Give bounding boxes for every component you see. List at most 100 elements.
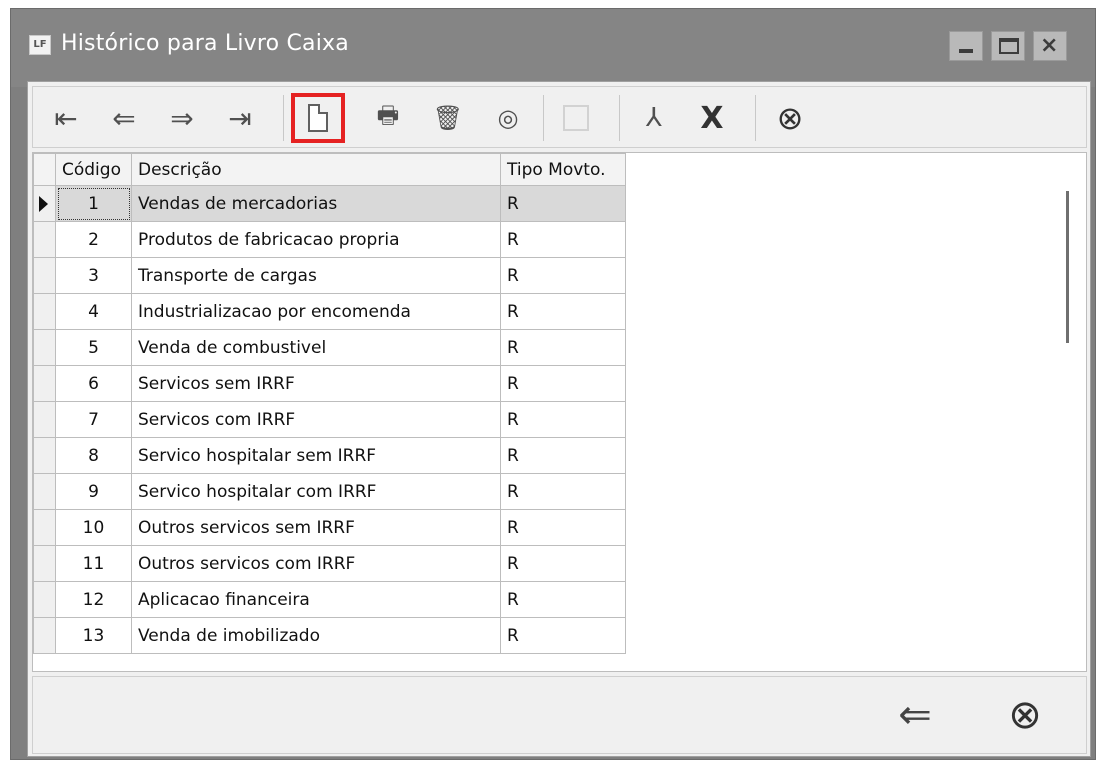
cell-code[interactable]: 9 — [55, 473, 132, 510]
row-indicator[interactable] — [33, 293, 56, 330]
cell-code[interactable]: 10 — [55, 509, 132, 546]
table-row[interactable]: 4 Industrializacao por encomenda R — [33, 293, 626, 330]
column-header-description[interactable]: Descrição — [131, 153, 501, 186]
cell-type[interactable]: R — [500, 581, 626, 618]
cell-description[interactable]: Servicos sem IRRF — [131, 365, 501, 402]
cell-description[interactable]: Produtos de fabricacao propria — [131, 221, 501, 258]
maximize-button[interactable] — [991, 31, 1025, 61]
toolbar-separator — [619, 95, 620, 141]
records-grid[interactable]: Código Descrição Tipo Movto. 1 Vendas de … — [32, 152, 1087, 672]
trash-icon: 🗑 — [432, 104, 464, 132]
table-row[interactable]: 12 Aplicacao financeira R — [33, 581, 626, 618]
edit-button[interactable] — [553, 95, 599, 141]
row-indicator[interactable] — [33, 509, 56, 546]
row-indicator[interactable] — [33, 581, 56, 618]
row-indicator[interactable] — [33, 617, 56, 654]
cell-description[interactable]: Servico hospitalar sem IRRF — [131, 437, 501, 474]
records-table: Código Descrição Tipo Movto. 1 Vendas de … — [33, 153, 626, 654]
export-pdf-button[interactable]: ⅄ — [631, 95, 677, 141]
row-indicator[interactable] — [33, 437, 56, 474]
cell-description[interactable]: Vendas de mercadorias — [131, 185, 501, 222]
new-record-button[interactable] — [291, 93, 345, 143]
cell-code[interactable]: 4 — [55, 293, 132, 330]
table-row[interactable]: 8 Servico hospitalar sem IRRF R — [33, 437, 626, 474]
minimize-icon — [959, 49, 973, 53]
table-row[interactable]: 9 Servico hospitalar com IRRF R — [33, 473, 626, 510]
cell-description[interactable]: Servico hospitalar com IRRF — [131, 473, 501, 510]
cell-description[interactable]: Outros servicos sem IRRF — [131, 509, 501, 546]
column-header-code[interactable]: Código — [55, 153, 132, 186]
first-record-button[interactable]: ⇤ — [43, 95, 89, 141]
table-header-row: Código Descrição Tipo Movto. — [33, 153, 626, 186]
cell-description[interactable]: Industrializacao por encomenda — [131, 293, 501, 330]
row-indicator[interactable] — [33, 185, 56, 222]
cell-code[interactable]: 7 — [55, 401, 132, 438]
row-indicator[interactable] — [33, 221, 56, 258]
table-row[interactable]: 6 Servicos sem IRRF R — [33, 365, 626, 402]
table-row[interactable]: 13 Venda de imobilizado R — [33, 617, 626, 654]
close-circle-icon: ⊗ — [1008, 692, 1042, 738]
excel-icon: X — [700, 100, 724, 136]
row-indicator[interactable] — [33, 473, 56, 510]
cell-code[interactable]: 1 — [55, 185, 132, 222]
table-row[interactable]: 7 Servicos com IRRF R — [33, 401, 626, 438]
cell-type[interactable]: R — [500, 329, 626, 366]
table-row[interactable]: 10 Outros servicos sem IRRF R — [33, 509, 626, 546]
cell-description[interactable]: Aplicacao financeira — [131, 581, 501, 618]
cell-type[interactable]: R — [500, 509, 626, 546]
exit-button[interactable]: ⊗ — [995, 687, 1055, 743]
cell-description[interactable]: Servicos com IRRF — [131, 401, 501, 438]
table-row[interactable]: 2 Produtos de fabricacao propria R — [33, 221, 626, 258]
cell-code[interactable]: 12 — [55, 581, 132, 618]
printer-icon: 🖶 — [376, 100, 400, 129]
cell-type[interactable]: R — [500, 617, 626, 654]
print-button[interactable]: 🖶 — [365, 95, 411, 141]
row-indicator[interactable] — [33, 401, 56, 438]
cell-code[interactable]: 8 — [55, 437, 132, 474]
cell-type[interactable]: R — [500, 257, 626, 294]
cell-type[interactable]: R — [500, 401, 626, 438]
cell-code[interactable]: 6 — [55, 365, 132, 402]
row-indicator[interactable] — [33, 329, 56, 366]
cell-description[interactable]: Venda de combustivel — [131, 329, 501, 366]
table-row[interactable]: 1 Vendas de mercadorias R — [33, 185, 626, 222]
row-indicator[interactable] — [33, 545, 56, 582]
cell-type[interactable]: R — [500, 185, 626, 222]
cell-code[interactable]: 11 — [55, 545, 132, 582]
cell-code[interactable]: 13 — [55, 617, 132, 654]
cell-description[interactable]: Outros servicos com IRRF — [131, 545, 501, 582]
row-indicator[interactable] — [33, 365, 56, 402]
row-indicator[interactable] — [33, 257, 56, 294]
back-button[interactable]: ⇐ — [885, 687, 945, 743]
arrow-left-icon: ⇐ — [112, 101, 136, 135]
cell-type[interactable]: R — [500, 473, 626, 510]
cell-type[interactable]: R — [500, 545, 626, 582]
table-row[interactable]: 11 Outros servicos com IRRF R — [33, 545, 626, 582]
column-header-type[interactable]: Tipo Movto. — [500, 153, 626, 186]
cell-description[interactable]: Venda de imobilizado — [131, 617, 501, 654]
cell-type[interactable]: R — [500, 365, 626, 402]
cell-type[interactable]: R — [500, 221, 626, 258]
cell-type[interactable]: R — [500, 437, 626, 474]
last-record-button[interactable]: ⇥ — [217, 95, 263, 141]
cell-description[interactable]: Transporte de cargas — [131, 257, 501, 294]
close-window-button[interactable]: × — [1033, 31, 1067, 61]
minimize-button[interactable] — [949, 31, 983, 61]
close-form-button[interactable]: ⊗ — [767, 95, 813, 141]
close-icon: × — [1040, 33, 1059, 58]
cell-code[interactable]: 2 — [55, 221, 132, 258]
previous-record-button[interactable]: ⇐ — [101, 95, 147, 141]
title-bar[interactable]: LF Histórico para Livro Caixa × — [11, 9, 1095, 87]
view-button[interactable]: ◎ — [485, 95, 531, 141]
vertical-scrollbar[interactable] — [1066, 191, 1069, 343]
export-excel-button[interactable]: X — [689, 95, 735, 141]
last-record-icon: ⇥ — [228, 101, 252, 135]
cell-type[interactable]: R — [500, 293, 626, 330]
table-row[interactable]: 3 Transporte de cargas R — [33, 257, 626, 294]
table-row[interactable]: 5 Venda de combustivel R — [33, 329, 626, 366]
app-logo-icon: LF — [29, 35, 51, 55]
cell-code[interactable]: 5 — [55, 329, 132, 366]
cell-code[interactable]: 3 — [55, 257, 132, 294]
next-record-button[interactable]: ⇒ — [159, 95, 205, 141]
delete-button[interactable]: 🗑 — [425, 95, 471, 141]
